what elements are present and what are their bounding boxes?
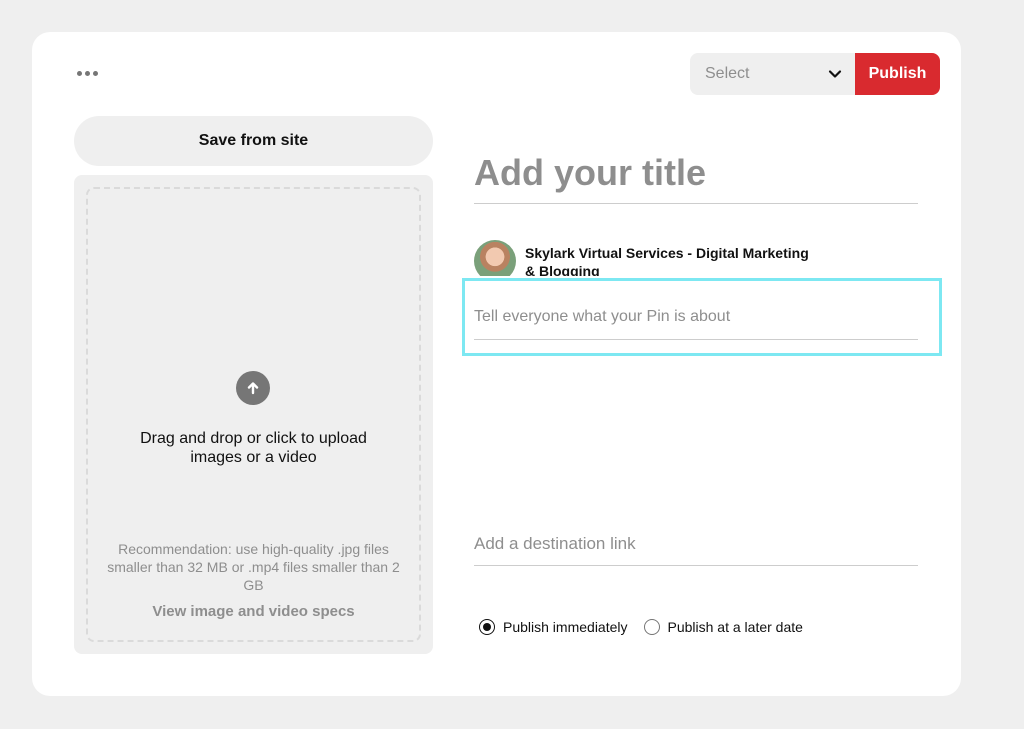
radio-unchecked[interactable]: [643, 619, 660, 635]
publish-button[interactable]: Publish: [855, 53, 940, 95]
description-input[interactable]: Tell everyone what your Pin is about: [474, 308, 918, 340]
chevron-down-icon: [828, 70, 842, 78]
board-select-value: Select: [705, 65, 750, 82]
publish-later-label: Publish at a later date: [667, 619, 803, 635]
save-from-site-button[interactable]: Save from site: [74, 116, 433, 166]
more-options-button[interactable]: [74, 62, 100, 84]
view-specs-link[interactable]: View image and video specs: [88, 603, 419, 620]
pin-builder-card: Select Publish Save from site Drag and d…: [32, 32, 961, 696]
upload-instructions: Drag and drop or click to upload images …: [140, 430, 367, 466]
upload-dropzone[interactable]: Drag and drop or click to upload images …: [86, 187, 421, 642]
publish-timing-options: Publish immediately Publish at a later d…: [479, 619, 803, 635]
board-select-dropdown[interactable]: Select: [690, 53, 855, 95]
publish-later-option[interactable]: Publish at a later date: [643, 619, 803, 635]
upload-area: Drag and drop or click to upload images …: [74, 175, 433, 654]
ellipsis-icon: [76, 70, 98, 76]
arrow-up-circle-icon: [236, 371, 270, 405]
destination-link-input[interactable]: Add a destination link: [474, 534, 918, 566]
publish-immediately-option[interactable]: Publish immediately: [479, 619, 628, 635]
radio-checked[interactable]: [479, 619, 495, 635]
avatar: [474, 240, 516, 276]
profile-info: Skylark Virtual Services - Digital Marke…: [474, 240, 834, 276]
title-input[interactable]: Add your title: [474, 152, 918, 204]
upload-recommendation: Recommendation: use high-quality .jpg fi…: [107, 541, 400, 593]
profile-name: Skylark Virtual Services - Digital Marke…: [525, 245, 809, 276]
publish-immediately-label: Publish immediately: [503, 619, 628, 635]
